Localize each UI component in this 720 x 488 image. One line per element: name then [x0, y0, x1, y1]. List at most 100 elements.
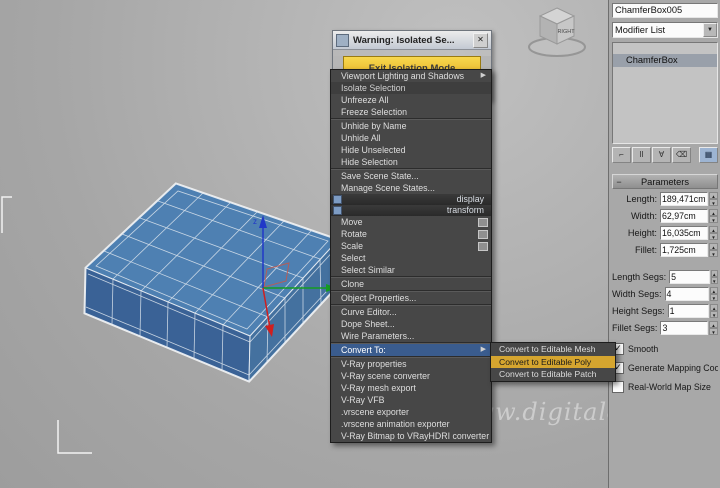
- menu-item[interactable]: V-Ray VFB: [331, 394, 491, 406]
- spinner-up-icon[interactable]: ▲: [709, 287, 718, 294]
- spinner-up-icon[interactable]: ▲: [710, 304, 718, 311]
- spinner-down-icon[interactable]: ▼: [709, 328, 718, 335]
- spinner[interactable]: ▲ ▼: [709, 321, 718, 335]
- modifier-list-dropdown[interactable]: Modifier List ▼: [612, 22, 718, 38]
- stack-tool-button[interactable]: II: [632, 147, 651, 163]
- menu-item[interactable]: Hide Unselected: [331, 144, 491, 156]
- menu-item[interactable]: Clone: [331, 278, 491, 290]
- modifier-stack-item[interactable]: ChamferBox: [613, 54, 717, 67]
- spinner-up-icon[interactable]: ▲: [709, 192, 718, 199]
- dialog-titlebar[interactable]: Warning: Isolated Se... ✕: [333, 31, 491, 50]
- menu-item[interactable]: Rotate: [331, 228, 491, 240]
- spinner-down-icon[interactable]: ▼: [709, 199, 718, 206]
- menu-item[interactable]: Hide Selection: [331, 156, 491, 168]
- parameter-value-field[interactable]: 189,471cm: [660, 192, 708, 206]
- parameter-value-field[interactable]: 16,035cm: [660, 226, 708, 240]
- spinner[interactable]: ▲ ▼: [709, 243, 718, 257]
- parameter-value-field[interactable]: 62,97cm: [660, 209, 708, 223]
- menu-item[interactable]: .vrscene animation exporter: [331, 418, 491, 430]
- spinner-down-icon[interactable]: ▼: [710, 311, 718, 318]
- menu-item[interactable]: Select: [331, 252, 491, 264]
- spinner[interactable]: ▲ ▼: [710, 304, 718, 318]
- parameter-value-field[interactable]: 1,725cm: [660, 243, 708, 257]
- menu-item[interactable]: Select Similar: [331, 264, 491, 276]
- spinner-down-icon[interactable]: ▼: [709, 216, 718, 223]
- stack-tool-button[interactable]: ∀: [652, 147, 671, 163]
- spinner[interactable]: ▲ ▼: [710, 270, 718, 284]
- menu-item[interactable]: Dope Sheet...: [331, 318, 491, 330]
- menu-item-label: display: [456, 194, 484, 204]
- submenu-item[interactable]: Convert to Editable Mesh: [491, 343, 615, 356]
- viewport[interactable]: z RIGHT www.digitalders.com: [0, 0, 720, 488]
- chamfer-box-object[interactable]: [83, 182, 341, 383]
- spinner-down-icon[interactable]: ▼: [709, 294, 718, 301]
- parameter-value-field[interactable]: 4: [664, 287, 709, 301]
- spinner[interactable]: ▲ ▼: [709, 209, 718, 223]
- dropdown-arrow-icon[interactable]: ▼: [703, 23, 717, 37]
- menu-item[interactable]: Object Properties...: [331, 292, 491, 304]
- checkbox-row[interactable]: Real-World Map Size: [612, 381, 718, 393]
- parameter-label: Length Segs:: [612, 272, 667, 282]
- menu-item[interactable]: V-Ray scene converter: [331, 370, 491, 382]
- menu-item[interactable]: V-Ray properties: [331, 358, 491, 370]
- menu-item[interactable]: Convert To: ▶: [331, 344, 491, 356]
- spinner-down-icon[interactable]: ▼: [709, 233, 718, 240]
- quad-section-header: display: [331, 194, 491, 205]
- parameter-row: Width: 62,97cm ▲ ▼: [612, 209, 718, 223]
- menu-item[interactable]: Unhide by Name: [331, 120, 491, 132]
- options-checkboxes: ✓ Smooth ✓ Generate Mapping Coords. Real…: [612, 343, 718, 393]
- command-panel: ChamferBox005 Modifier List ▼ ChamferBox…: [608, 0, 720, 488]
- stack-tool-button[interactable]: ⌐: [612, 147, 631, 163]
- menu-item-label: transform: [446, 205, 484, 215]
- spinner-down-icon[interactable]: ▼: [710, 277, 718, 284]
- spinner-down-icon[interactable]: ▼: [709, 250, 718, 257]
- menu-item[interactable]: .vrscene exporter: [331, 406, 491, 418]
- menu-item[interactable]: Manage Scene States...: [331, 182, 491, 194]
- menu-item[interactable]: Scale: [331, 240, 491, 252]
- parameter-value-field[interactable]: 1: [667, 304, 710, 318]
- menu-item[interactable]: Freeze Selection: [331, 106, 491, 118]
- viewcube[interactable]: RIGHT: [528, 7, 586, 57]
- menu-item[interactable]: V-Ray mesh export: [331, 382, 491, 394]
- spinner-up-icon[interactable]: ▲: [709, 226, 718, 233]
- object-name-field[interactable]: ChamferBox005: [612, 3, 718, 18]
- submenu-item[interactable]: Convert to Editable Patch: [491, 368, 615, 381]
- menu-item[interactable]: Viewport Lighting and Shadows ▶: [331, 70, 491, 82]
- spinner-up-icon[interactable]: ▲: [709, 209, 718, 216]
- spinner[interactable]: ▲ ▼: [709, 192, 718, 206]
- spinner-up-icon[interactable]: ▲: [710, 270, 718, 277]
- submenu-item[interactable]: Convert to Editable Poly: [491, 355, 615, 368]
- menu-item-label: V-Ray properties: [341, 359, 407, 369]
- dialog-app-icon: [336, 33, 349, 47]
- menu-item[interactable]: Unhide All: [331, 132, 491, 144]
- menu-item[interactable]: Unfreeze All: [331, 94, 491, 106]
- stack-tool-button[interactable]: ⌫: [672, 147, 691, 163]
- parameter-row: Height: 16,035cm ▲ ▼: [612, 226, 718, 240]
- parameter-row: Length Segs: 5 ▲ ▼: [612, 270, 718, 284]
- menu-item[interactable]: V-Ray Bitmap to VRayHDRI converter: [331, 430, 491, 442]
- menu-item[interactable]: Isolate Selection: [331, 82, 491, 94]
- spinner-up-icon[interactable]: ▲: [709, 321, 718, 328]
- menu-item-label: V-Ray VFB: [341, 395, 385, 405]
- menu-item[interactable]: Wire Parameters...: [331, 330, 491, 342]
- menu-item[interactable]: Curve Editor...: [331, 306, 491, 318]
- checkbox-row[interactable]: ✓ Generate Mapping Coords.: [612, 362, 718, 374]
- checkbox-label: Real-World Map Size: [628, 382, 711, 392]
- spinner[interactable]: ▲ ▼: [709, 287, 718, 301]
- menu-item[interactable]: Save Scene State...: [331, 170, 491, 182]
- selection-brackets: [1, 196, 92, 454]
- parameter-value-field[interactable]: 5: [669, 270, 710, 284]
- modifier-stack[interactable]: ChamferBox: [612, 42, 718, 144]
- menu-item-label: Clone: [341, 279, 364, 289]
- parameter-row: Fillet: 1,725cm ▲ ▼: [612, 243, 718, 257]
- menu-item[interactable]: Move: [331, 216, 491, 228]
- stack-tool-button[interactable]: ▦: [699, 147, 718, 163]
- spinner[interactable]: ▲ ▼: [709, 226, 718, 240]
- parameters-rollout-header[interactable]: − Parameters: [612, 174, 718, 189]
- checkbox-row[interactable]: ✓ Smooth: [612, 343, 718, 355]
- menu-item-label: Convert To:: [341, 345, 386, 355]
- spinner-up-icon[interactable]: ▲: [709, 243, 718, 250]
- checkbox[interactable]: [612, 381, 624, 393]
- close-icon[interactable]: ✕: [473, 32, 488, 48]
- parameter-value-field[interactable]: 3: [660, 321, 709, 335]
